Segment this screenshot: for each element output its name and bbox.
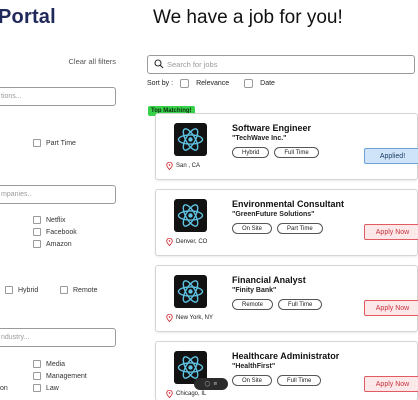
job-type-pill: Full Time <box>274 147 319 158</box>
job-type-pill: Full Time <box>277 375 322 386</box>
industry-checkbox-media[interactable]: Media <box>33 360 65 368</box>
page-headline: We have a job for you! <box>153 7 343 28</box>
industry-checkbox-law[interactable]: on Law <box>0 384 59 392</box>
date-checkbox[interactable] <box>244 79 254 88</box>
location-filter-input[interactable]: tions... <box>0 87 116 106</box>
location-text: San , CA <box>176 163 201 169</box>
react-logo-icon <box>174 275 207 308</box>
clear-all-filters-link[interactable]: Clear all filters <box>68 57 116 66</box>
job-title[interactable]: Financial Analyst <box>232 275 306 285</box>
industry-label: Law <box>46 384 59 392</box>
company-label: Facebook <box>46 228 77 236</box>
job-location: San , CA <box>166 162 200 170</box>
location-pin-icon <box>166 238 173 246</box>
industry-label: Management <box>46 372 87 380</box>
sort-bar: Sort by : Relevance Date <box>147 79 275 88</box>
checkbox-box[interactable] <box>33 372 41 380</box>
part-time-checkbox[interactable]: Part Time <box>33 139 76 147</box>
sort-label: Sort by : <box>147 80 174 87</box>
job-type-pill: Full Time <box>278 299 323 310</box>
hybrid-checkbox[interactable]: Hybrid <box>5 286 38 294</box>
job-title[interactable]: Software Engineer <box>232 123 311 133</box>
job-tags: On Site Full Time <box>232 375 322 386</box>
chat-widget-button[interactable]: ◯ ≡ <box>194 378 228 390</box>
search-icon <box>154 59 164 69</box>
chat-icon: ◯ <box>204 381 211 387</box>
location-pin-icon <box>166 390 173 398</box>
work-mode-pill: On Site <box>232 223 273 234</box>
location-text: Denver, CO <box>176 239 208 245</box>
relevance-checkbox[interactable] <box>180 79 190 88</box>
job-company: "Finity Bank" <box>232 287 277 294</box>
checkbox-box[interactable] <box>33 216 41 224</box>
job-company: "HealthFirst" <box>232 363 276 370</box>
company-label: Netflix <box>46 216 66 224</box>
job-tags: Hybrid Full Time <box>232 147 319 158</box>
location-pin-icon <box>166 162 173 170</box>
job-title[interactable]: Environmental Consultant <box>232 199 344 209</box>
location-pin-icon <box>166 314 173 322</box>
work-mode-pill: Hybrid <box>232 147 270 158</box>
apply-now-button[interactable]: Apply Now <box>364 300 418 316</box>
checkbox-box[interactable] <box>33 139 41 147</box>
checkbox-box[interactable] <box>60 286 68 294</box>
job-company: "TechWave Inc." <box>232 135 287 142</box>
job-card[interactable]: San , CA Software Engineer "TechWave Inc… <box>155 113 418 180</box>
job-card[interactable]: Denver, CO Environmental Consultant "Gre… <box>155 189 418 256</box>
checkbox-box[interactable] <box>33 228 41 236</box>
job-card[interactable]: New York, NY Financial Analyst "Finity B… <box>155 265 418 332</box>
apply-now-button[interactable]: Apply Now <box>364 376 418 392</box>
filters-panel: Clear all filters tions... Part Time mpa… <box>0 50 122 400</box>
apply-now-button[interactable]: Apply Now <box>364 224 418 240</box>
checkbox-box[interactable] <box>5 286 13 294</box>
job-type-pill: Part Time <box>277 223 323 234</box>
job-tags: Remote Full Time <box>232 299 323 310</box>
company-checkbox-amazon[interactable]: Amazon <box>33 240 72 248</box>
job-location: New York, NY <box>166 314 213 322</box>
company-checkbox-facebook[interactable]: Facebook <box>33 228 77 236</box>
remote-checkbox[interactable]: Remote <box>60 286 98 294</box>
industry-checkbox-management[interactable]: Management <box>33 372 87 380</box>
company-label: Amazon <box>46 240 72 248</box>
part-time-label: Part Time <box>46 139 76 147</box>
work-mode-pill: On Site <box>232 375 273 386</box>
relevance-label: Relevance <box>196 80 230 87</box>
menu-icon: ≡ <box>213 381 218 387</box>
job-card[interactable]: Chicago, IL Healthcare Administrator "He… <box>155 341 418 400</box>
job-company: "GreenFuture Solutions" <box>232 211 315 218</box>
checkbox-box[interactable] <box>33 360 41 368</box>
company-checkbox-netflix[interactable]: Netflix <box>33 216 65 224</box>
location-text: New York, NY <box>176 315 214 321</box>
job-location: Denver, CO <box>166 238 207 246</box>
brand-title: Portal <box>0 6 56 28</box>
job-search-input[interactable]: Search for jobs <box>147 55 415 74</box>
job-title[interactable]: Healthcare Administrator <box>232 351 339 361</box>
date-label: Date <box>260 80 275 87</box>
industry-label: Media <box>46 360 66 368</box>
checkbox-box[interactable] <box>33 384 41 392</box>
react-logo-icon <box>174 199 207 232</box>
remote-label: Remote <box>73 286 98 294</box>
industry-filter-input[interactable]: ndustry... <box>0 328 116 347</box>
search-placeholder: Search for jobs <box>167 60 218 69</box>
applied-button[interactable]: Applied! <box>364 148 418 164</box>
location-text: Chicago, IL <box>176 391 207 397</box>
work-mode-pill: Remote <box>232 299 274 310</box>
industry-partial-label: on <box>0 384 8 392</box>
hybrid-label: Hybrid <box>18 286 39 294</box>
job-tags: On Site Part Time <box>232 223 323 234</box>
react-logo-icon <box>174 123 207 156</box>
companies-filter-input[interactable]: mpanies.. <box>0 185 116 204</box>
checkbox-box[interactable] <box>33 240 41 248</box>
job-location: Chicago, IL <box>166 390 206 398</box>
